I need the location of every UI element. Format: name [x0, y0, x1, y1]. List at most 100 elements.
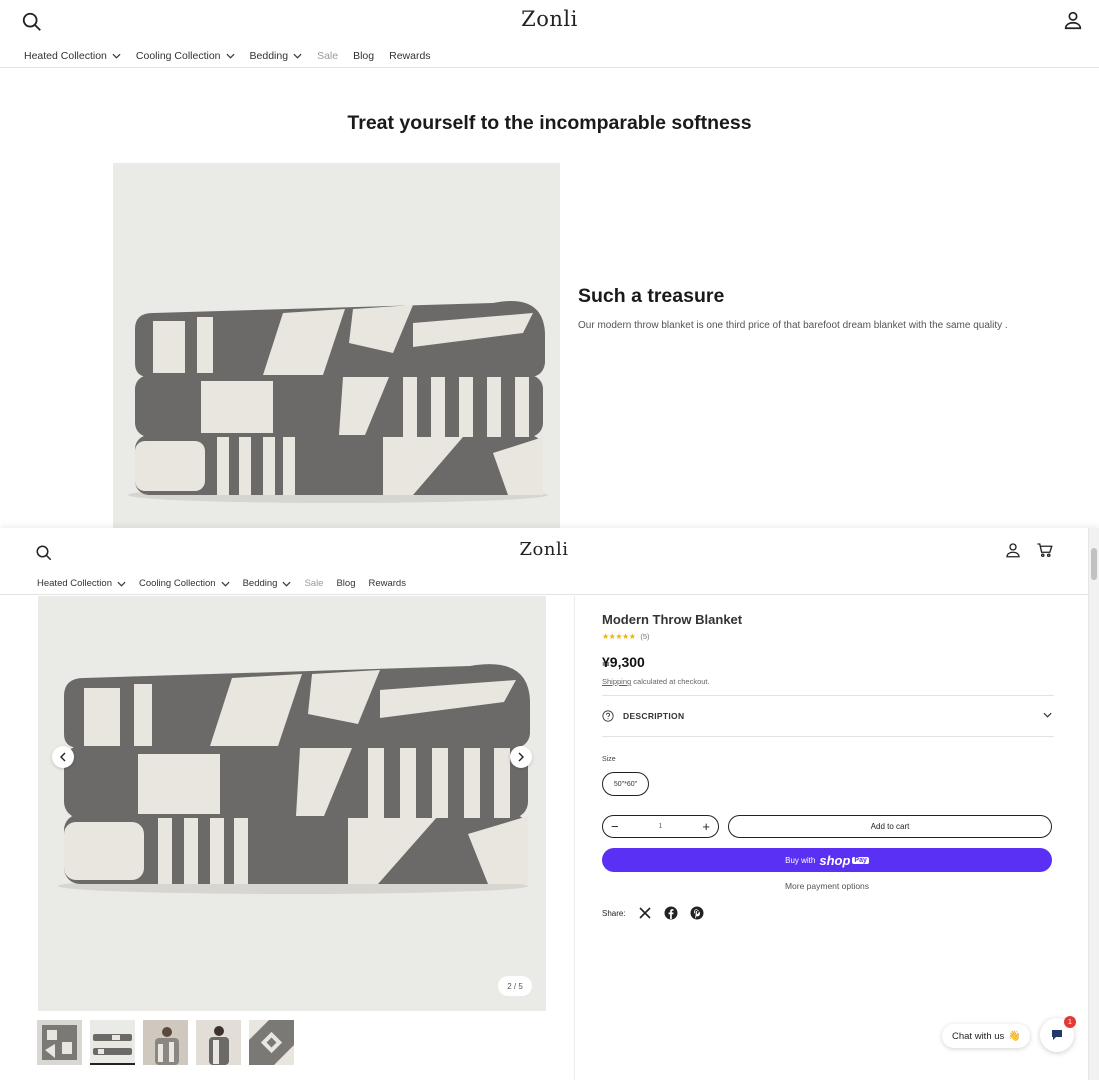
chevron-down-icon [221, 581, 230, 587]
chat-icon [1052, 1030, 1062, 1040]
nav-item-bedding[interactable]: Bedding [243, 578, 292, 589]
scrollbar[interactable] [1088, 528, 1099, 1080]
gallery-thumbnail[interactable] [196, 1020, 241, 1065]
blanket-thumbnail-image [90, 1020, 135, 1063]
account-icon[interactable] [1062, 9, 1084, 31]
shipping-note-text: calculated at checkout. [633, 677, 710, 686]
blanket-thumbnail-image [196, 1020, 241, 1065]
gallery-prev-button[interactable] [52, 746, 74, 768]
chevron-down-icon [226, 53, 235, 59]
chat-prompt[interactable]: Chat with us 👋 [942, 1024, 1030, 1048]
gallery-counter: 2 / 5 [498, 976, 532, 996]
site-logo[interactable]: Zonli [0, 7, 1099, 31]
main-nav: Heated Collection Cooling Collection Bed… [24, 50, 446, 62]
cart-icon[interactable] [1036, 541, 1054, 559]
add-to-cart-button[interactable]: Add to cart [728, 815, 1052, 838]
nav-item-label: Blog [353, 50, 375, 62]
review-count: (5) [640, 632, 650, 641]
product-title: Modern Throw Blanket [602, 612, 743, 627]
product-price: ¥9,300 [602, 654, 645, 670]
pinterest-icon[interactable] [690, 906, 704, 920]
chat-unread-badge: 1 [1064, 1016, 1076, 1028]
main-nav: Heated Collection Cooling Collection Bed… [37, 578, 419, 589]
blanket-thumbnail-image [249, 1020, 294, 1065]
blanket-thumbnail-image [143, 1020, 188, 1065]
share-label: Share: [602, 908, 626, 918]
column-divider [574, 596, 575, 1080]
nav-item-label: Sale [304, 578, 324, 589]
buy-with-label: Buy with [785, 855, 816, 865]
gallery-thumbnail[interactable] [37, 1020, 82, 1065]
more-payment-options-link[interactable]: More payment options [602, 881, 1052, 891]
nav-item-blog[interactable]: Blog [336, 578, 355, 589]
size-option[interactable]: 50"*60" [602, 772, 649, 796]
facebook-icon[interactable] [664, 906, 678, 920]
chevron-down-icon [112, 53, 121, 59]
gallery-next-button[interactable] [510, 746, 532, 768]
product-main-image [38, 596, 546, 1011]
rating-stars: ★★★★★ [602, 632, 636, 641]
quantity-increase-button[interactable]: + [702, 820, 710, 833]
gallery-thumbnail[interactable] [90, 1020, 135, 1065]
question-icon [602, 710, 614, 722]
nav-item-label: Cooling Collection [139, 578, 216, 589]
nav-item-heated-collection[interactable]: Heated Collection [37, 578, 126, 589]
nav-item-label: Rewards [368, 578, 406, 589]
gallery-thumbnails [37, 1020, 302, 1065]
folded-blanket-image [38, 596, 546, 1011]
nav-item-rewards[interactable]: Rewards [389, 50, 430, 62]
share-row: Share: [602, 906, 704, 920]
product-window: Zonli Heated Collection Cooling Collecti… [0, 528, 1099, 1080]
folded-blanket-image [113, 163, 560, 528]
shipping-note: Shipping calculated at checkout. [602, 677, 710, 686]
nav-item-sale[interactable]: Sale [317, 50, 338, 62]
nav-item-label: Rewards [389, 50, 431, 62]
product-header: Zonli Heated Collection Cooling Collecti… [0, 528, 1088, 595]
nav-item-sale[interactable]: Sale [304, 578, 323, 589]
nav-item-bedding[interactable]: Bedding [250, 50, 303, 62]
shop-pay-logo: Pay [852, 856, 869, 864]
quantity-decrease-button[interactable]: − [611, 820, 619, 833]
account-icon[interactable] [1004, 541, 1022, 559]
site-logo[interactable]: Zonli [0, 539, 1088, 560]
section-headline: Treat yourself to the incomparable softn… [347, 112, 752, 134]
nav-item-cooling-collection[interactable]: Cooling Collection [136, 50, 235, 62]
nav-item-rewards[interactable]: Rewards [368, 578, 406, 589]
chevron-left-icon [60, 752, 66, 762]
blanket-photo [113, 163, 560, 528]
chevron-right-icon [518, 752, 524, 762]
shop-brand-logo: shop [819, 852, 851, 868]
shop-pay-button[interactable]: Buy with shop Pay [602, 848, 1052, 872]
blanket-thumbnail-image [37, 1020, 82, 1065]
nav-item-label: Blog [336, 578, 356, 589]
quantity-stepper: − 1 + [602, 815, 719, 838]
quantity-input[interactable]: 1 [659, 823, 663, 830]
chevron-down-icon [282, 581, 291, 587]
scrollbar-thumb[interactable] [1091, 548, 1097, 580]
chevron-down-icon [1043, 712, 1052, 718]
site-header: Zonli Heated Collection Cooling Collecti… [0, 0, 1099, 68]
chat-launcher-button[interactable]: 1 [1040, 1016, 1076, 1052]
nav-item-label: Bedding [242, 578, 278, 589]
chat-label: Chat with us [952, 1030, 1005, 1042]
gallery-thumbnail[interactable] [143, 1020, 188, 1065]
chevron-down-icon [293, 53, 302, 59]
feature-text: Our modern throw blanket is one third pr… [578, 320, 1008, 331]
nav-item-label: Heated Collection [24, 50, 107, 62]
description-label: DESCRIPTION [623, 711, 685, 721]
nav-item-blog[interactable]: Blog [353, 50, 374, 62]
wave-emoji: 👋 [1008, 1030, 1021, 1042]
feature-title: Such a treasure [578, 285, 725, 307]
nav-item-cooling-collection[interactable]: Cooling Collection [139, 578, 230, 589]
nav-item-heated-collection[interactable]: Heated Collection [24, 50, 121, 62]
shipping-link[interactable]: Shipping [602, 677, 631, 686]
size-label: Size [602, 756, 616, 763]
nav-item-label: Cooling Collection [135, 50, 221, 62]
product-rating[interactable]: ★★★★★ (5) [602, 632, 650, 641]
description-accordion[interactable]: DESCRIPTION [602, 695, 1054, 737]
gallery-thumbnail[interactable] [249, 1020, 294, 1065]
nav-item-label: Bedding [249, 50, 289, 62]
nav-item-label: Heated Collection [37, 578, 112, 589]
x-icon[interactable] [638, 906, 652, 920]
nav-item-label: Sale [317, 50, 339, 62]
